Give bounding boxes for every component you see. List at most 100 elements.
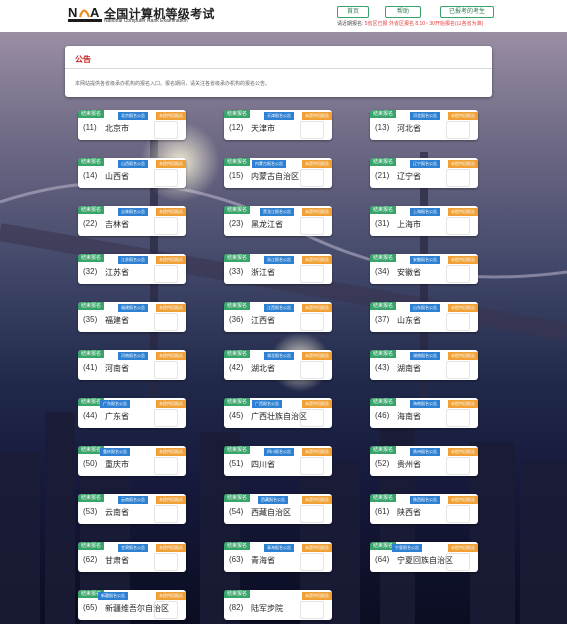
notice-link[interactable]: 云南报名公告 bbox=[118, 496, 148, 504]
province-name: 广西壮族自治区 bbox=[251, 412, 307, 421]
province-card-42[interactable]: 结束报名 湖北报名公告 未提供回报告 (42) 湖北省 bbox=[224, 350, 332, 380]
bubble-icon bbox=[300, 601, 324, 619]
province-card-33[interactable]: 结束报名 浙江报名公告 未提供回报告 (33) 浙江省 bbox=[224, 254, 332, 284]
province-card-50[interactable]: 结束报名 重庆报名公告 未提供回报告 (50) 重庆市 bbox=[78, 446, 186, 476]
notice-text: 本网站提供各省级承办机构的报名入口。报名期间，请关注各省级承办机构的报名公告。 bbox=[75, 81, 271, 87]
notice-link[interactable]: 江西报名公告 bbox=[264, 304, 294, 312]
notice-link[interactable]: 浙江报名公告 bbox=[264, 256, 294, 264]
svg-text:A: A bbox=[90, 5, 100, 20]
notice-link[interactable]: 青海报名公告 bbox=[264, 544, 294, 552]
province-card-35[interactable]: 结束报名 福建报名公告 未提供回报告 (35) 福建省 bbox=[78, 302, 186, 332]
province-code: (14) bbox=[83, 171, 98, 180]
registration-status-line: 请近期报名: 5省区已报 外省区报名 8.10~ 30开始报名(以各省为准) bbox=[337, 21, 484, 27]
status-badge: 结束报名 bbox=[224, 350, 251, 358]
svg-text:N: N bbox=[68, 5, 77, 20]
province-card-41[interactable]: 结束报名 河南报名公告 未提供回报告 (41) 河南省 bbox=[78, 350, 186, 380]
province-card-61[interactable]: 结束报名 陕西报名公告 未提供回报告 (61) 陕西省 bbox=[370, 494, 478, 524]
report-badge: 未提供回报告 bbox=[156, 256, 186, 264]
province-card-62[interactable]: 结束报名 甘肃报名公告 未提供回报告 (62) 甘肃省 bbox=[78, 542, 186, 572]
notice-link[interactable]: 山东报名公告 bbox=[410, 304, 440, 312]
province-card-23[interactable]: 结束报名 黑龙江报名公告 未提供回报告 (23) 黑龙江省 bbox=[224, 206, 332, 236]
notice-link[interactable]: 湖南报名公告 bbox=[410, 352, 440, 360]
notice-link[interactable]: 河南报名公告 bbox=[118, 352, 148, 360]
province-code: (82) bbox=[229, 603, 244, 612]
province-card-22[interactable]: 结束报名 吉林报名公告 未提供回报告 (22) 吉林省 bbox=[78, 206, 186, 236]
province-card-14[interactable]: 结束报名 山西报名公告 未提供回报告 (14) 山西省 bbox=[78, 158, 186, 188]
province-card-63[interactable]: 结束报名 青海报名公告 未提供回报告 (63) 青海省 bbox=[224, 542, 332, 572]
province-card-45[interactable]: 结束报名 广西报名公告 未提供回报告 (45) 广西壮族自治区 bbox=[224, 398, 332, 428]
status-badge: 结束报名 bbox=[224, 206, 251, 214]
province-code: (51) bbox=[229, 459, 244, 468]
province-name: 西藏自治区 bbox=[251, 508, 291, 517]
status-badge: 结束报名 bbox=[370, 206, 397, 214]
province-card-44[interactable]: 结束报名 广东报名公告 未提供回报告 (44) 广东省 bbox=[78, 398, 186, 428]
notice-link[interactable]: 内蒙古报名公告 bbox=[252, 160, 286, 168]
province-card-43[interactable]: 结束报名 湖南报名公告 未提供回报告 (43) 湖南省 bbox=[370, 350, 478, 380]
status-badge: 结束报名 bbox=[224, 494, 251, 502]
province-card-82[interactable]: 结束报名 未提供回报告 (82) 陆军步院 bbox=[224, 590, 332, 620]
notice-link[interactable]: 天津报名公告 bbox=[264, 112, 294, 120]
notice-link[interactable]: 上海报名公告 bbox=[410, 208, 440, 216]
province-card-11[interactable]: 结束报名 北京报名公告 未提供回报告 (11) 北京市 bbox=[78, 110, 186, 140]
status-badge: 结束报名 bbox=[370, 110, 397, 118]
province-card-34[interactable]: 结束报名 安徽报名公告 未提供回报告 (34) 安徽省 bbox=[370, 254, 478, 284]
province-code: (31) bbox=[375, 219, 390, 228]
status-badge: 结束报名 bbox=[224, 542, 251, 550]
registered-button[interactable]: 已报考的考生 bbox=[440, 6, 494, 18]
notice-link[interactable]: 西藏报名公告 bbox=[258, 496, 288, 504]
province-card-32[interactable]: 结束报名 江苏报名公告 未提供回报告 (32) 江苏省 bbox=[78, 254, 186, 284]
notice-link[interactable]: 广东报名公告 bbox=[100, 400, 130, 408]
notice-link[interactable]: 新疆报名公告 bbox=[98, 592, 128, 600]
help-button[interactable]: 帮助 bbox=[385, 6, 421, 18]
status-badge: 结束报名 bbox=[78, 494, 105, 502]
notice-link[interactable]: 重庆报名公告 bbox=[100, 448, 130, 456]
notice-link[interactable]: 辽宁报名公告 bbox=[410, 160, 440, 168]
province-card-52[interactable]: 结束报名 贵州报名公告 未提供回报告 (52) 贵州省 bbox=[370, 446, 478, 476]
notice-link[interactable]: 黑龙江报名公告 bbox=[260, 208, 294, 216]
province-name: 广东省 bbox=[105, 412, 129, 421]
notice-link[interactable]: 北京报名公告 bbox=[118, 112, 148, 120]
province-card-31[interactable]: 结束报名 上海报名公告 未提供回报告 (31) 上海市 bbox=[370, 206, 478, 236]
province-code: (43) bbox=[375, 363, 390, 372]
notice-link[interactable]: 安徽报名公告 bbox=[410, 256, 440, 264]
status-badge: 结束报名 bbox=[224, 398, 251, 406]
province-card-37[interactable]: 结束报名 山东报名公告 未提供回报告 (37) 山东省 bbox=[370, 302, 478, 332]
province-card-36[interactable]: 结束报名 江西报名公告 未提供回报告 (36) 江西省 bbox=[224, 302, 332, 332]
province-name: 上海市 bbox=[397, 220, 421, 229]
notice-link[interactable]: 吉林报名公告 bbox=[118, 208, 148, 216]
province-name: 陕西省 bbox=[397, 508, 421, 517]
province-card-51[interactable]: 结束报名 四川报名公告 未提供回报告 (51) 四川省 bbox=[224, 446, 332, 476]
notice-link[interactable]: 山西报名公告 bbox=[118, 160, 148, 168]
status-badge: 结束报名 bbox=[224, 110, 251, 118]
province-code: (65) bbox=[83, 603, 98, 612]
status-badge: 结束报名 bbox=[78, 302, 105, 310]
province-name: 陆军步院 bbox=[251, 604, 283, 613]
notice-link[interactable]: 海南报名公告 bbox=[410, 400, 440, 408]
province-card-54[interactable]: 结束报名 西藏报名公告 未提供回报告 (54) 西藏自治区 bbox=[224, 494, 332, 524]
province-card-21[interactable]: 结束报名 辽宁报名公告 未提供回报告 (21) 辽宁省 bbox=[370, 158, 478, 188]
province-code: (32) bbox=[83, 267, 98, 276]
report-badge: 未提供回报告 bbox=[448, 112, 478, 120]
bubble-icon bbox=[446, 217, 470, 235]
notice-link[interactable]: 陕西报名公告 bbox=[410, 496, 440, 504]
notice-link[interactable]: 宁夏报名公告 bbox=[392, 544, 422, 552]
status-badge: 结束报名 bbox=[224, 590, 251, 598]
province-card-15[interactable]: 结束报名 内蒙古报名公告 未提供回报告 (15) 内蒙古自治区 bbox=[224, 158, 332, 188]
notice-link[interactable]: 江苏报名公告 bbox=[118, 256, 148, 264]
home-button[interactable]: 首页 bbox=[337, 6, 369, 18]
notice-link[interactable]: 甘肃报名公告 bbox=[118, 544, 148, 552]
notice-link[interactable]: 四川报名公告 bbox=[264, 448, 294, 456]
notice-link[interactable]: 广西报名公告 bbox=[252, 400, 282, 408]
province-card-13[interactable]: 结束报名 河北报名公告 未提供回报告 (13) 河北省 bbox=[370, 110, 478, 140]
province-card-12[interactable]: 结束报名 天津报名公告 未提供回报告 (12) 天津市 bbox=[224, 110, 332, 140]
province-card-65[interactable]: 结束报名 新疆报名公告 未提供回报告 (65) 新疆维吾尔自治区 bbox=[78, 590, 186, 620]
notice-link[interactable]: 湖北报名公告 bbox=[264, 352, 294, 360]
province-name: 安徽省 bbox=[397, 268, 421, 277]
notice-link[interactable]: 贵州报名公告 bbox=[410, 448, 440, 456]
province-card-53[interactable]: 结束报名 云南报名公告 未提供回报告 (53) 云南省 bbox=[78, 494, 186, 524]
notice-link[interactable]: 河北报名公告 bbox=[410, 112, 440, 120]
notice-link[interactable]: 福建报名公告 bbox=[118, 304, 148, 312]
province-card-64[interactable]: 结束报名 宁夏报名公告 未提供回报告 (64) 宁夏回族自治区 bbox=[370, 542, 478, 572]
province-card-46[interactable]: 结束报名 海南报名公告 未提供回报告 (46) 海南省 bbox=[370, 398, 478, 428]
bubble-icon bbox=[300, 121, 324, 139]
